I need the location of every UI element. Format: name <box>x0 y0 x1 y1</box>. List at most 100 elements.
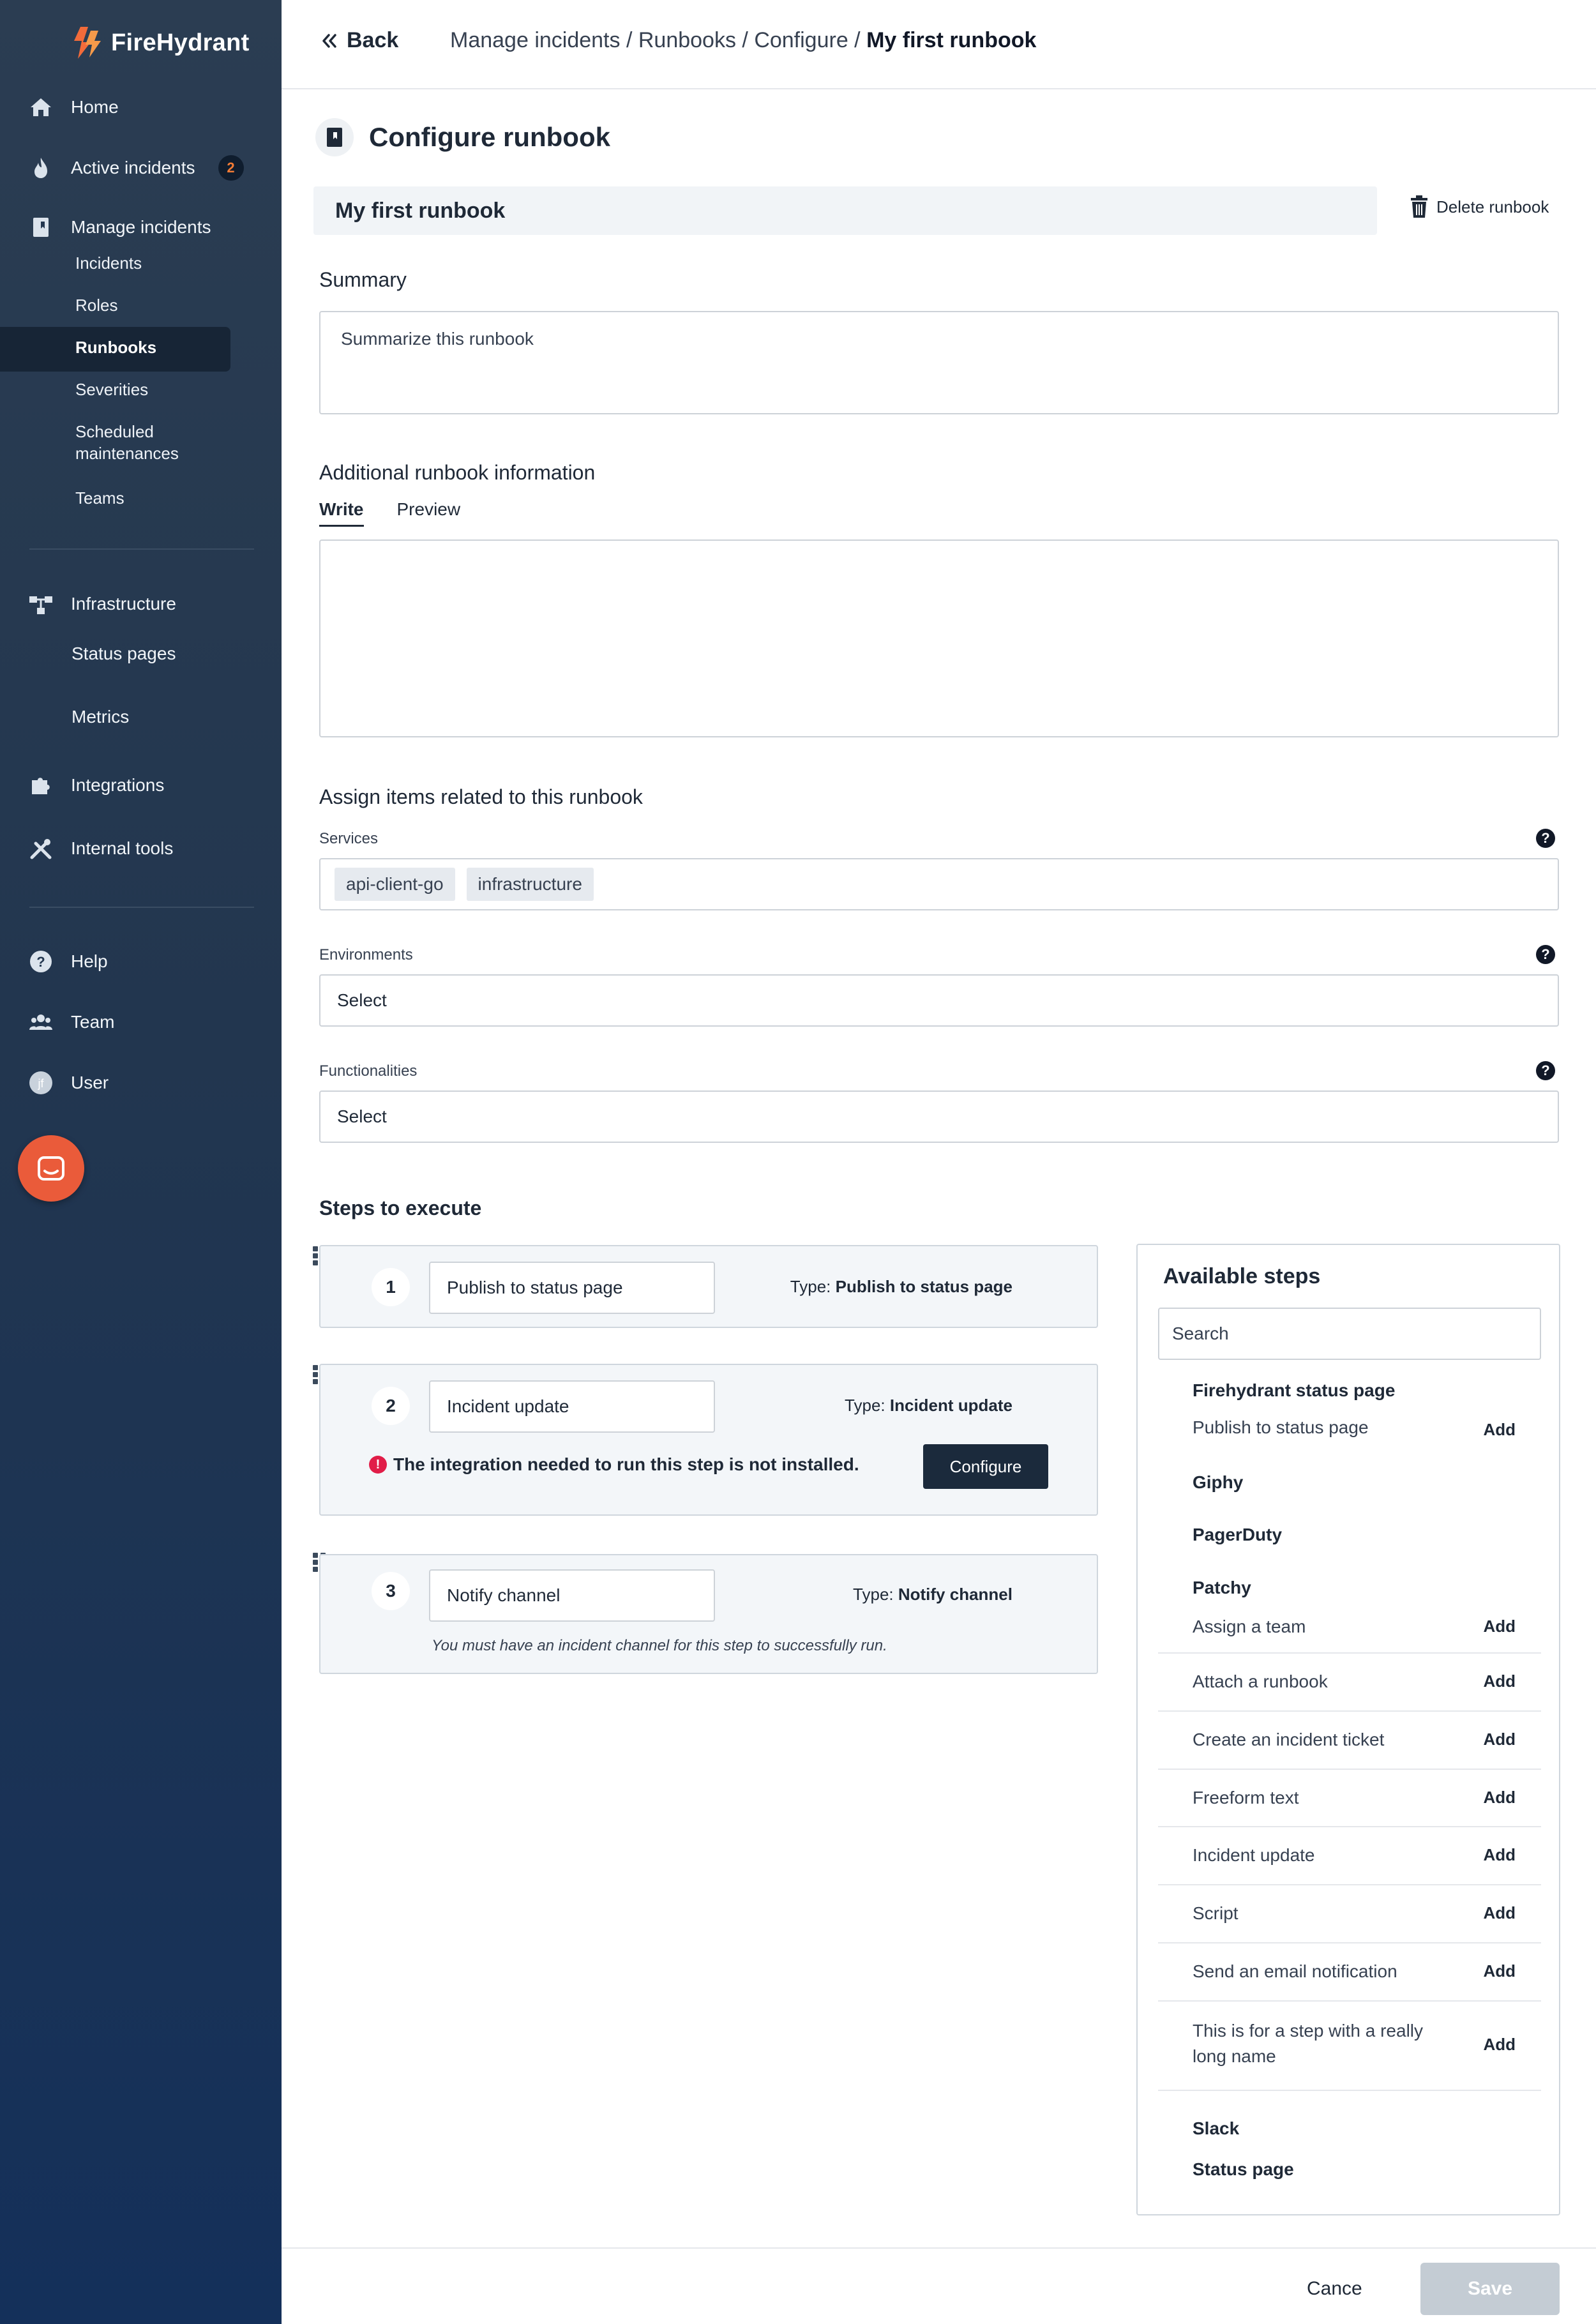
user-avatar: jf <box>26 1068 56 1098</box>
add-step-button[interactable]: Add <box>1483 1420 1516 1440</box>
brand[interactable]: FireHydrant <box>72 26 250 60</box>
back-button[interactable]: Back <box>319 28 398 53</box>
services-multiselect[interactable]: api-client-go infrastructure <box>319 858 1559 910</box>
nav-team[interactable]: Team <box>26 1007 114 1038</box>
svg-text:jf: jf <box>38 1077 45 1090</box>
environments-select[interactable]: Select <box>319 974 1559 1027</box>
tab-preview[interactable]: Preview <box>397 499 461 527</box>
cancel-button[interactable]: Cance <box>1307 2278 1362 2300</box>
configure-button[interactable]: Configure <box>923 1444 1048 1489</box>
functionalities-label: Functionalities <box>319 1062 418 1080</box>
breadcrumb-runbooks[interactable]: Runbooks <box>638 28 736 53</box>
footer-bar: Cance Save <box>282 2247 1596 2324</box>
available-steps-search-input[interactable]: Search <box>1158 1308 1541 1360</box>
add-step-button[interactable]: Add <box>1483 1730 1516 1749</box>
assign-items-label: Assign items related to this runbook <box>319 785 643 808</box>
flame-icon <box>26 153 56 183</box>
breadcrumb-configure[interactable]: Configure <box>754 28 848 53</box>
nav-user[interactable]: jf User <box>26 1068 109 1098</box>
runbook-name-field[interactable]: My first runbook <box>313 186 1377 235</box>
step-number: 2 <box>372 1387 410 1425</box>
editor-tabs: Write Preview <box>319 499 493 527</box>
double-chevron-left-icon <box>322 33 336 48</box>
step-card-2: 2 Incident update Type: Incident update … <box>319 1364 1098 1516</box>
available-step-item[interactable]: Create an incident ticket Add <box>1158 1712 1541 1770</box>
functionalities-select[interactable]: Select <box>319 1090 1559 1143</box>
additional-info-label: Additional runbook information <box>319 461 596 484</box>
alert-icon: ! <box>369 1456 387 1474</box>
group-patchy: Patchy <box>1193 1578 1251 1597</box>
svg-text:?: ? <box>36 954 45 970</box>
trash-icon <box>1411 195 1427 218</box>
tools-icon <box>26 833 56 864</box>
sidebar-divider <box>29 907 254 908</box>
add-step-button[interactable]: Add <box>1483 1845 1516 1865</box>
page-title: Configure runbook <box>369 122 610 152</box>
step-type: Type: Notify channel <box>853 1585 1013 1604</box>
group-firehydrant-status-page: Firehydrant status page <box>1193 1380 1396 1400</box>
available-step-item[interactable]: Freeform text Add <box>1158 1770 1541 1827</box>
tab-write[interactable]: Write <box>319 499 364 527</box>
steps-label: Steps to execute <box>319 1196 482 1219</box>
sidebar-item-roles[interactable]: Roles <box>75 294 117 316</box>
top-header: Back Manage incidents / Runbooks / Confi… <box>282 0 1596 89</box>
available-step-item[interactable]: Attach a runbook Add <box>1158 1654 1541 1712</box>
sidebar-item-teams[interactable]: Teams <box>75 487 124 509</box>
sidebar-item-incidents[interactable]: Incidents <box>75 252 142 274</box>
nav-infrastructure[interactable]: Infrastructure <box>26 589 176 619</box>
step-name-input[interactable]: Incident update <box>429 1380 715 1433</box>
step-card-3: 3 Notify channel Type: Notify channel Yo… <box>319 1554 1098 1674</box>
available-step-item[interactable]: Publish to status page Add <box>1158 1408 1541 1447</box>
add-step-button[interactable]: Add <box>1483 1961 1516 1981</box>
available-steps-title: Available steps <box>1163 1264 1321 1288</box>
available-step-item[interactable]: This is for a step with a really long na… <box>1158 2002 1541 2091</box>
sidebar-item-scheduled-maintenances[interactable]: Scheduled maintenances <box>75 421 216 464</box>
active-incidents-count-badge: 2 <box>218 155 244 181</box>
nav-active-incidents[interactable]: Active incidents 2 <box>26 153 244 183</box>
sidebar-divider <box>29 548 254 550</box>
step-name-input[interactable]: Notify channel <box>429 1569 715 1622</box>
puzzle-icon <box>26 770 56 801</box>
add-step-button[interactable]: Add <box>1483 2035 1516 2055</box>
services-label: Services <box>319 830 379 847</box>
runbook-icon <box>315 118 354 156</box>
sidebar-item-severities[interactable]: Severities <box>75 379 148 400</box>
available-step-item[interactable]: Assign a team Add <box>1158 1601 1541 1654</box>
additional-info-textarea[interactable] <box>319 540 1559 737</box>
save-button[interactable]: Save <box>1420 2263 1560 2315</box>
chat-launcher-button[interactable] <box>18 1135 84 1202</box>
nav-help[interactable]: ? Help <box>26 946 108 977</box>
step-name-input[interactable]: Publish to status page <box>429 1262 715 1314</box>
delete-runbook-button[interactable]: Delete runbook <box>1410 195 1549 218</box>
brand-name: FireHydrant <box>111 29 250 56</box>
nav-status-pages[interactable]: Status pages <box>72 644 176 664</box>
add-step-button[interactable]: Add <box>1483 1671 1516 1691</box>
service-chip[interactable]: infrastructure <box>466 868 594 901</box>
step-number: 3 <box>372 1572 410 1610</box>
nav-metrics[interactable]: Metrics <box>72 707 129 727</box>
page-title-group: Configure runbook <box>315 118 610 156</box>
step-note: You must have an incident channel for th… <box>432 1637 887 1654</box>
add-step-button[interactable]: Add <box>1483 1788 1516 1807</box>
help-icon: ? <box>26 946 56 977</box>
step-card-1: 1 Publish to status page Type: Publish t… <box>319 1245 1098 1328</box>
nav-manage-incidents[interactable]: Manage incidents <box>26 212 211 243</box>
add-step-button[interactable]: Add <box>1483 1903 1516 1923</box>
book-icon <box>26 212 56 243</box>
integration-warning: ! The integration needed to run this ste… <box>369 1454 859 1475</box>
nav-integrations[interactable]: Integrations <box>26 770 164 801</box>
service-chip[interactable]: api-client-go <box>335 868 455 901</box>
add-step-button[interactable]: Add <box>1483 1617 1516 1636</box>
functionalities-help-icon[interactable]: ? <box>1536 1061 1555 1080</box>
available-step-item[interactable]: Incident update Add <box>1158 1827 1541 1885</box>
available-step-item[interactable]: Script Add <box>1158 1885 1541 1943</box>
nav-internal-tools[interactable]: Internal tools <box>26 833 173 864</box>
services-help-icon[interactable]: ? <box>1536 829 1555 848</box>
summary-textarea[interactable]: Summarize this runbook <box>319 311 1559 414</box>
breadcrumb: Manage incidents / Runbooks / Configure … <box>450 28 1037 53</box>
environments-help-icon[interactable]: ? <box>1536 945 1555 964</box>
sidebar-item-runbooks[interactable]: Runbooks <box>75 336 156 358</box>
breadcrumb-manage-incidents[interactable]: Manage incidents <box>450 28 621 53</box>
nav-home[interactable]: Home <box>26 92 119 123</box>
available-step-item[interactable]: Send an email notification Add <box>1158 1943 1541 2002</box>
